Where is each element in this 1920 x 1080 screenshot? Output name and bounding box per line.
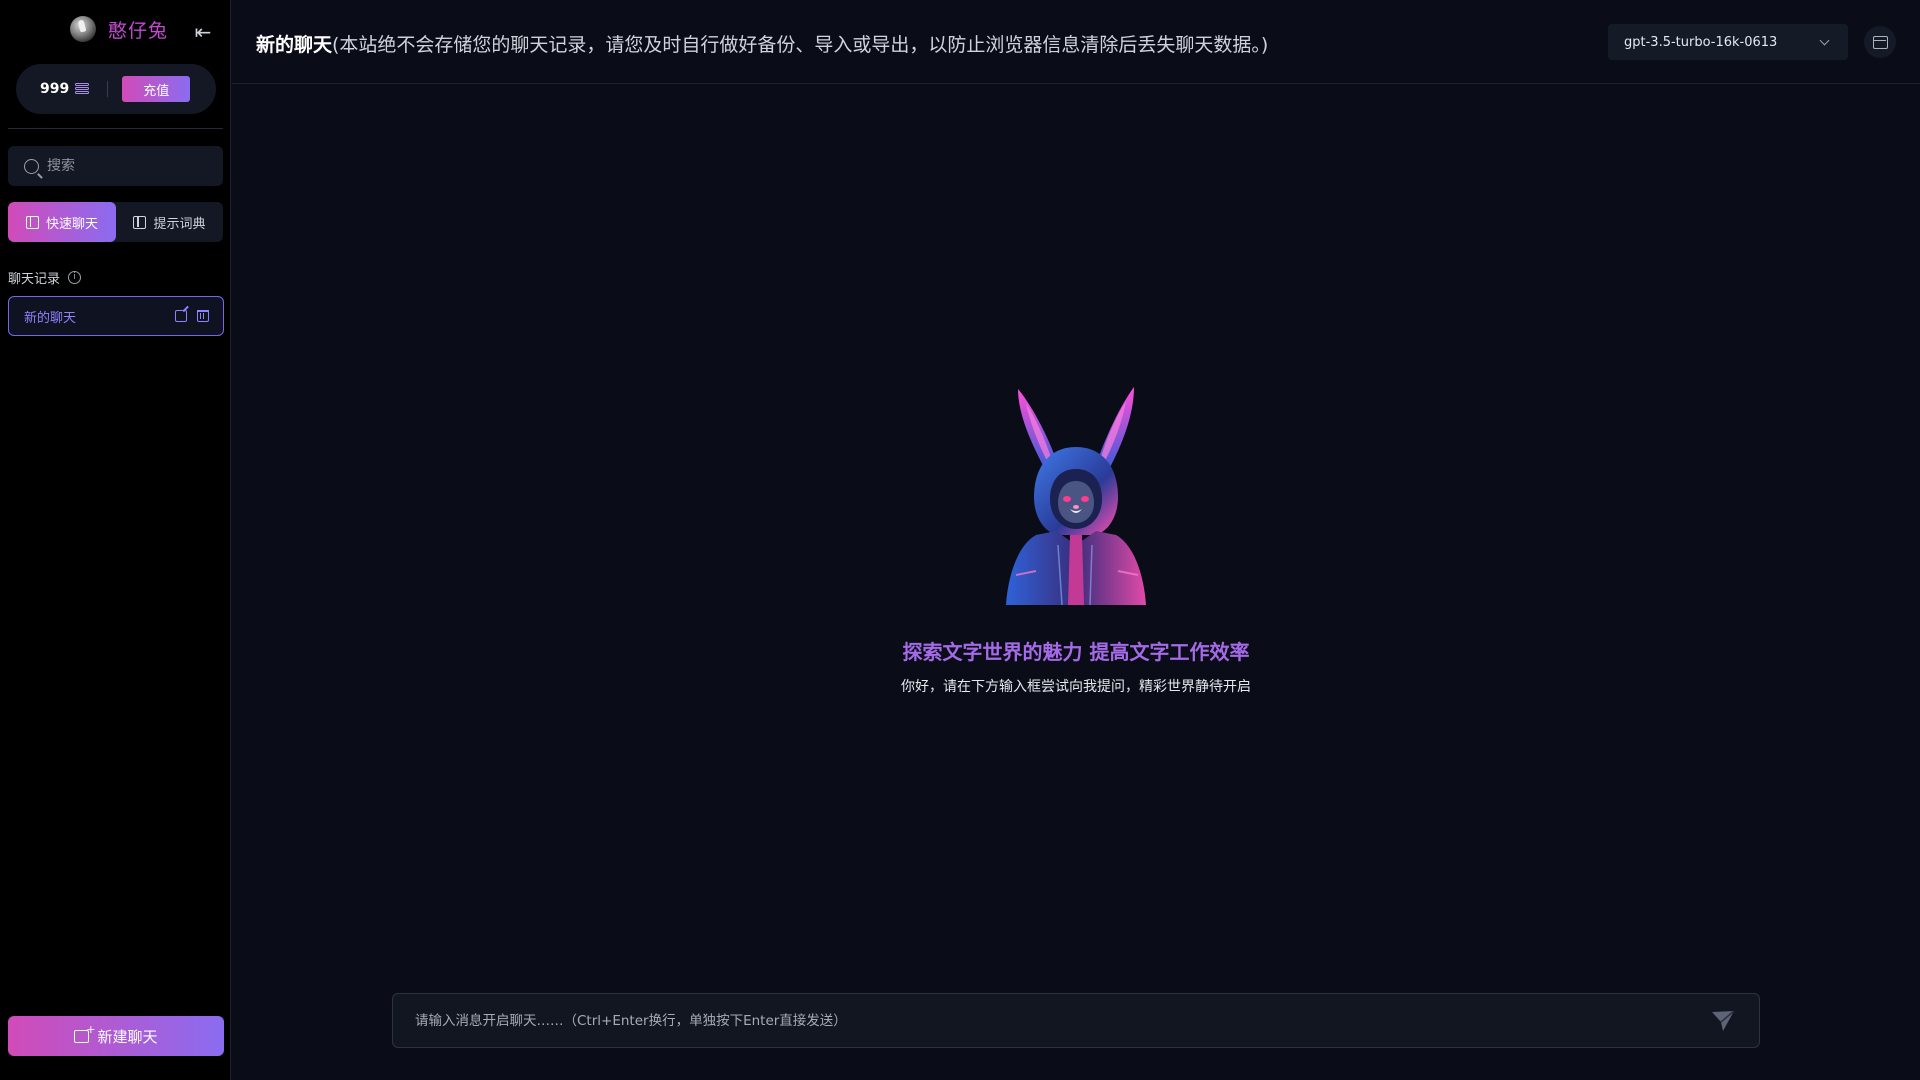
new-chat-icon — [74, 1023, 95, 1043]
header-action-button[interactable] — [1864, 26, 1896, 58]
model-select[interactable]: gpt-3.5-turbo-16k-0613 — [1608, 24, 1848, 60]
rabbit-mascot-image — [1006, 387, 1146, 605]
page-title: 新的聊天(本站绝不会存储您的聊天记录，请您及时自行做好备份、导入或导出，以防止浏… — [256, 30, 1268, 57]
tab-prompt-dictionary[interactable]: 提示词典 — [116, 202, 223, 242]
brand-name: 憨仔兔 — [108, 19, 169, 42]
brand: 憨仔兔 — [70, 16, 168, 42]
recharge-button[interactable]: 充值 — [122, 76, 191, 102]
balance-card: 999 充值 — [16, 64, 216, 114]
balance-amount: 999 — [40, 81, 70, 97]
chat-list-icon — [25, 215, 39, 229]
sidebar: 憨仔兔 ⇤ 999 充值 快速聊天 提示词典 聊天记录 i 新的聊天 — [0, 0, 231, 1080]
sidebar-divider — [8, 128, 223, 129]
page-title-main: 新的聊天 — [256, 34, 333, 56]
balance-divider — [107, 81, 109, 97]
chevron-down-icon — [1819, 35, 1830, 45]
page-title-note: (本站绝不会存储您的聊天记录，请您及时自行做好备份、导入或导出，以防止浏览器信息… — [332, 34, 1269, 56]
send-button[interactable] — [1709, 1007, 1737, 1035]
collapse-sidebar-button[interactable]: ⇤ — [191, 20, 215, 44]
welcome-headline: 探索文字世界的魅力 提高文字工作效率 — [902, 640, 1250, 664]
message-composer — [392, 993, 1760, 1048]
info-icon[interactable]: i — [68, 271, 82, 284]
card-icon — [1872, 35, 1888, 49]
search-input[interactable] — [47, 158, 207, 174]
collapse-left-icon: ⇤ — [194, 20, 212, 44]
edit-icon[interactable] — [175, 310, 187, 322]
send-icon — [1712, 1009, 1735, 1031]
new-chat-button[interactable]: 新建聊天 — [8, 1016, 224, 1056]
chat-item-title: 新的聊天 — [24, 310, 77, 326]
tab-label: 提示词典 — [153, 216, 206, 232]
search-box[interactable] — [8, 146, 223, 186]
sidebar-tabs: 快速聊天 提示词典 — [8, 202, 223, 242]
tab-quick-chat[interactable]: 快速聊天 — [8, 202, 116, 242]
trash-icon[interactable] — [197, 310, 209, 322]
chat-history-label: 聊天记录 — [8, 272, 61, 287]
chat-list-item[interactable]: 新的聊天 — [8, 296, 224, 336]
chat-history-heading: 聊天记录 i — [8, 268, 82, 287]
brand-logo-icon — [70, 16, 96, 42]
new-chat-label: 新建聊天 — [97, 1027, 158, 1046]
coins-icon — [75, 82, 91, 96]
search-icon — [24, 158, 39, 174]
book-icon — [133, 215, 147, 229]
welcome-subline: 你好，请在下方输入框尝试向我提问，精彩世界静待开启 — [901, 679, 1251, 695]
tab-label: 快速聊天 — [45, 216, 98, 232]
top-header: 新的聊天(本站绝不会存储您的聊天记录，请您及时自行做好备份、导入或导出，以防止浏… — [232, 0, 1920, 84]
chat-item-actions — [175, 310, 209, 322]
model-select-value: gpt-3.5-turbo-16k-0613 — [1624, 34, 1778, 50]
message-input[interactable] — [415, 1012, 1709, 1029]
